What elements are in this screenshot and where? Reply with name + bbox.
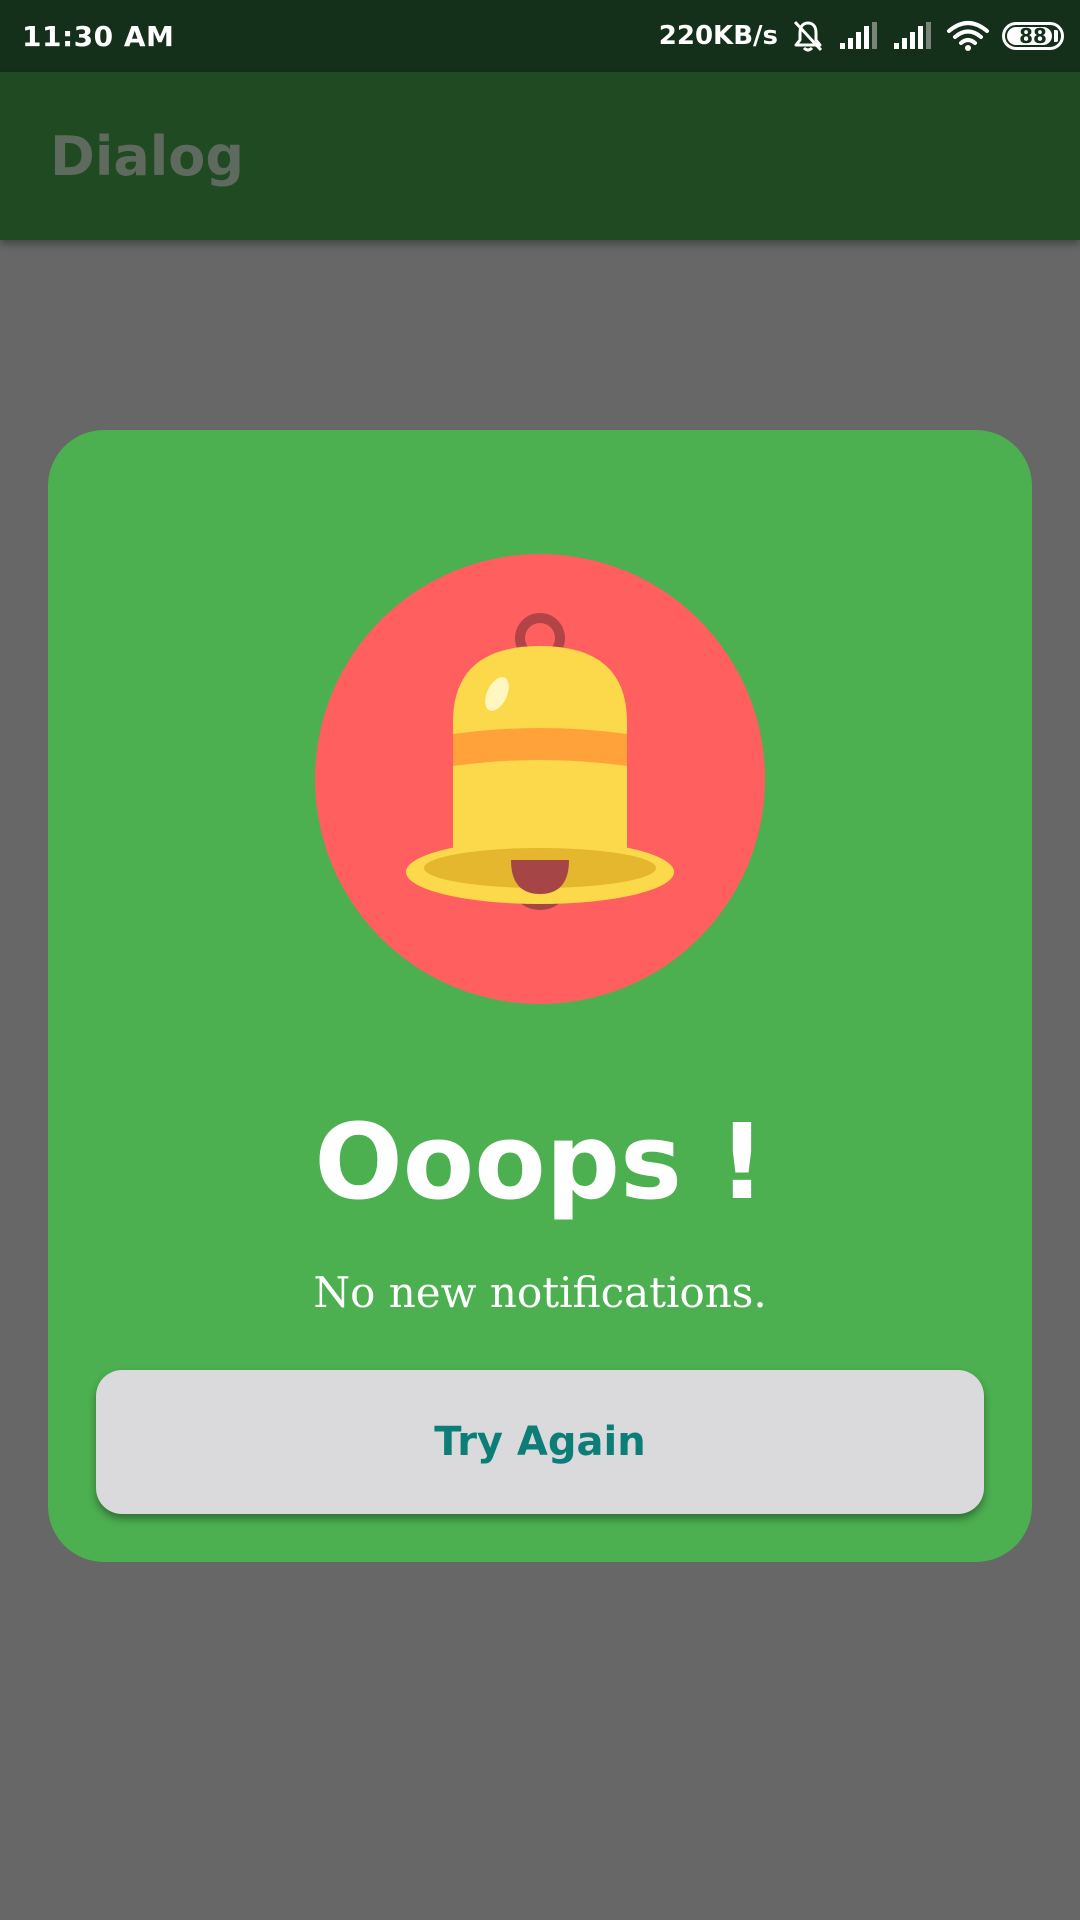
- dialog-title: Ooops !: [314, 1101, 766, 1223]
- wifi-icon: [946, 19, 990, 53]
- battery-level: 88: [1019, 24, 1047, 48]
- app-bar: Dialog: [0, 72, 1080, 240]
- dialog-message: No new notifications.: [313, 1268, 767, 1317]
- network-speed: 220KB/s: [658, 21, 778, 51]
- bell-icon-circle: [315, 554, 765, 1004]
- screen: 11:30 AM 220KB/s 88 Dialog Ooops ! No ne…: [0, 0, 1080, 1920]
- signal-icon: [838, 21, 880, 51]
- status-icons: 220KB/s 88: [658, 18, 1064, 54]
- signal-icon: [892, 21, 934, 51]
- battery-icon: 88: [1002, 22, 1064, 50]
- battery-indicator: 88: [1002, 22, 1064, 50]
- bell-icon: [406, 613, 674, 910]
- status-time: 11:30 AM: [22, 19, 175, 53]
- notification-dialog: Ooops ! No new notifications. Try Again: [48, 430, 1032, 1562]
- app-title: Dialog: [50, 124, 245, 188]
- mute-bell-icon: [790, 18, 826, 54]
- status-bar: 11:30 AM 220KB/s 88: [0, 0, 1080, 72]
- try-again-button[interactable]: Try Again: [96, 1370, 984, 1514]
